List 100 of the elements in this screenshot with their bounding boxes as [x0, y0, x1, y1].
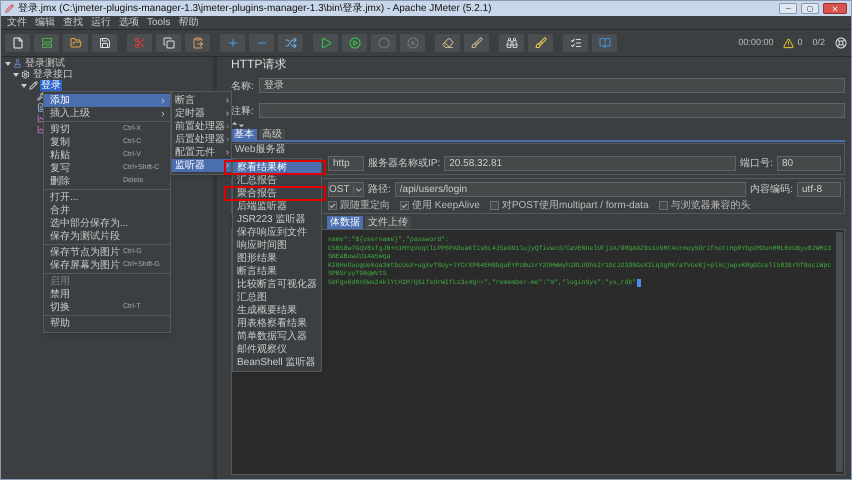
reset-search-button[interactable]	[528, 34, 553, 52]
clear-button[interactable]	[435, 34, 460, 52]
document-icon	[37, 103, 46, 112]
menu-item[interactable]: 响应时间图	[233, 239, 321, 252]
tree-item[interactable]: 登录接口	[32, 69, 74, 80]
clear-all-button[interactable]	[464, 34, 489, 52]
menu-item[interactable]: 合并	[44, 204, 170, 217]
paste-button[interactable]	[185, 34, 210, 52]
menu-item[interactable]: 禁用	[44, 288, 170, 301]
protocol-field[interactable]: http	[328, 156, 364, 171]
toggle-icon	[284, 37, 296, 49]
menu-item[interactable]: 比较断言可视化器	[233, 278, 321, 291]
menu-item[interactable]: 配置元件	[172, 146, 231, 159]
port-field[interactable]: 80	[777, 156, 841, 171]
scissors-icon	[134, 37, 146, 49]
lifebuoy-icon	[835, 37, 847, 49]
new-button[interactable]	[5, 34, 30, 52]
menu-item[interactable]: 断言结果	[233, 265, 321, 278]
open-button[interactable]	[63, 34, 88, 52]
menu-item[interactable]: 后端监听器	[233, 200, 321, 213]
tab[interactable]: 高级	[259, 129, 285, 140]
checkbox[interactable]	[328, 201, 337, 210]
menu-bar-item[interactable]: 文件	[7, 15, 27, 30]
copy-icon	[162, 37, 174, 49]
menu-bar-item[interactable]: 帮助	[178, 15, 198, 30]
broom-icon	[534, 37, 546, 49]
menu-item[interactable]: 汇总报告	[233, 174, 321, 187]
comment-field[interactable]	[259, 102, 845, 118]
menu-bar-item[interactable]: Tools	[147, 15, 170, 30]
menu-item[interactable]: 聚合报告	[233, 187, 321, 200]
menu-item[interactable]: 生成概要结果	[233, 304, 321, 317]
menu-item[interactable]: 后置处理器	[172, 133, 231, 146]
menu-item[interactable]: 帮助	[44, 317, 170, 330]
chart-icon	[37, 125, 46, 134]
menu-item[interactable]: JSR223 监听器	[233, 213, 321, 226]
scrollbar[interactable]	[836, 232, 843, 472]
help-button[interactable]	[592, 34, 617, 52]
chart-icon	[37, 114, 46, 123]
expand-icon[interactable]	[5, 60, 11, 66]
tree-item[interactable]: 登录	[40, 80, 62, 91]
flask-icon	[13, 59, 22, 68]
field-label: 注释:	[231, 106, 254, 117]
elapsed-time: 00:00:00	[738, 36, 774, 50]
menu-item[interactable]: 图形结果	[233, 252, 321, 265]
expand-icon[interactable]	[13, 72, 19, 78]
field-label: 名称:	[231, 81, 254, 92]
help-book-icon	[598, 37, 610, 49]
tab[interactable]: 基本	[231, 129, 257, 140]
checkbox[interactable]	[400, 201, 409, 210]
menu-item[interactable]: 监听器	[172, 159, 231, 172]
toggle-button[interactable]	[278, 34, 303, 52]
server-field[interactable]: 20.58.32.81	[444, 156, 736, 171]
menu-item[interactable]: 选中部分保存为...	[44, 217, 170, 230]
menu-item[interactable]: 汇总图	[233, 291, 321, 304]
menu-bar-item[interactable]: 运行	[91, 15, 111, 30]
tree-item[interactable]: 登录测试	[24, 58, 66, 69]
tab[interactable]: 文件上传	[365, 216, 411, 229]
circle-x-icon	[406, 37, 418, 49]
expand-icon[interactable]	[21, 82, 27, 88]
menu-item[interactable]: 断言	[172, 94, 231, 107]
app-icon	[5, 4, 14, 13]
copy-button[interactable]	[156, 34, 181, 52]
menu-item[interactable]: 定时器	[172, 107, 231, 120]
start-button[interactable]	[313, 34, 338, 52]
menu-item[interactable]: BeanShell 监听器	[233, 356, 321, 369]
close-button[interactable]	[823, 3, 847, 14]
menu-item[interactable]: 前置处理器	[172, 120, 231, 133]
expand-button[interactable]	[220, 34, 245, 52]
templates-button[interactable]	[34, 34, 59, 52]
menu-item[interactable]: 用表格察看结果	[233, 317, 321, 330]
menu-item[interactable]: 打开...	[44, 191, 170, 204]
field-label: 内容编码:	[750, 182, 793, 197]
text-cursor	[637, 279, 642, 287]
tab[interactable]: 体数据	[327, 216, 363, 229]
menu-item[interactable]: 邮件观察仪	[233, 343, 321, 356]
maximize-button[interactable]	[801, 3, 819, 14]
field-label: 路径:	[368, 183, 391, 197]
menu-bar-item[interactable]: 选项	[119, 15, 139, 30]
template-icon	[40, 37, 52, 49]
warning-count: 0	[797, 36, 802, 50]
menu-item[interactable]: 保存响应到文件	[233, 226, 321, 239]
menu-item[interactable]: 简单数据写入器	[233, 330, 321, 343]
name-field[interactable]: 登录	[259, 78, 845, 92]
checkbox[interactable]	[658, 201, 668, 210]
menu-item[interactable]: 添加	[44, 94, 170, 107]
collapse-icon[interactable]	[231, 122, 245, 128]
start-no-pause-button[interactable]	[342, 34, 367, 52]
warning-icon[interactable]	[783, 38, 794, 48]
encoding-field[interactable]: utf-8	[797, 182, 841, 197]
function-helper-button[interactable]	[563, 34, 588, 52]
save-button[interactable]	[92, 34, 117, 52]
menu-item[interactable]: 保存为测试片段	[44, 230, 170, 243]
menu-bar-item[interactable]: 查找	[63, 15, 83, 30]
method-select[interactable]: OST	[328, 182, 364, 197]
search-button[interactable]	[499, 34, 524, 52]
menu-bar-item[interactable]: 编辑	[35, 15, 55, 30]
checkbox[interactable]	[490, 201, 499, 210]
menu-item[interactable]: 插入上级	[44, 107, 170, 120]
path-field[interactable]: /api/users/login	[394, 182, 746, 197]
checkbox-label: 对POST使用multipart / form-data	[502, 200, 649, 211]
